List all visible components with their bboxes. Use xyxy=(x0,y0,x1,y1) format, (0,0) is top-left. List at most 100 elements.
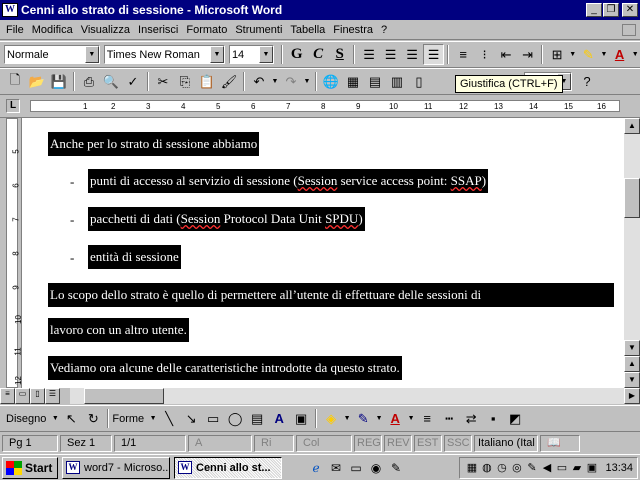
outlook-icon[interactable]: ✉ xyxy=(326,458,346,478)
align-right-icon[interactable]: ☰ xyxy=(401,44,422,65)
display-icon[interactable]: ▭ xyxy=(554,461,569,474)
word-app-icon[interactable]: W xyxy=(2,3,18,17)
undo-icon[interactable]: ↶ xyxy=(248,71,270,92)
menu-modifica[interactable]: Modifica xyxy=(28,24,77,36)
document-area[interactable]: Anche per lo strato di sessione abbiamo … xyxy=(22,118,624,388)
text-box-icon[interactable]: ▤ xyxy=(246,408,268,429)
bullet-item-1[interactable]: punti di accesso al servizio di sessione… xyxy=(88,169,489,193)
open-folder-icon[interactable]: 📂 xyxy=(26,71,48,92)
bullet-item-2[interactable]: pacchetti di dati (Session Protocol Data… xyxy=(88,207,365,231)
scroll-thumb[interactable] xyxy=(624,178,640,218)
line-style-icon[interactable]: ≡ xyxy=(416,408,438,429)
menu-finestra[interactable]: Finestra xyxy=(329,24,377,36)
chevron-down-icon[interactable]: ▼ xyxy=(568,44,578,65)
chevron-down-icon[interactable]: ▼ xyxy=(148,408,158,429)
shadow-icon[interactable]: ▪ xyxy=(482,408,504,429)
rectangle-icon[interactable]: ▭ xyxy=(202,408,224,429)
menu-visualizza[interactable]: Visualizza xyxy=(77,24,134,36)
horizontal-scroll-thumb[interactable] xyxy=(84,388,164,404)
status-track-changes[interactable]: REV xyxy=(384,434,412,452)
chevron-down-icon[interactable]: ▼ xyxy=(84,46,99,63)
bullet-item-3[interactable]: entità di sessione xyxy=(88,245,181,269)
numbered-list-icon[interactable]: ≡ xyxy=(452,44,473,65)
chevron-down-icon[interactable]: ▼ xyxy=(258,46,273,63)
align-center-icon[interactable]: ☰ xyxy=(380,44,401,65)
increase-indent-icon[interactable]: ⇥ xyxy=(517,44,538,65)
menu-inserisci[interactable]: Inserisci xyxy=(134,24,182,36)
decrease-indent-icon[interactable]: ⇤ xyxy=(495,44,516,65)
chevron-down-icon[interactable]: ▼ xyxy=(406,408,416,429)
chevron-down-icon[interactable]: ▼ xyxy=(50,408,60,429)
network-icon[interactable]: ▦ xyxy=(464,461,479,474)
3d-icon[interactable]: ◩ xyxy=(504,408,526,429)
paragraph-1-line-2[interactable]: lavoro con un altro utente. xyxy=(48,318,189,342)
paragraph-1-line-1[interactable]: Lo scopo dello strato è quello di permet… xyxy=(48,283,614,307)
cut-icon[interactable]: ✂ xyxy=(152,71,174,92)
italic-button[interactable]: C xyxy=(307,44,328,65)
desktop-icon[interactable]: ▭ xyxy=(346,458,366,478)
normal-view-icon[interactable]: ≡ xyxy=(0,388,15,404)
paste-icon[interactable]: 📋 xyxy=(196,71,218,92)
minimize-button[interactable]: _ xyxy=(586,3,602,17)
chevron-down-icon[interactable]: ▼ xyxy=(302,71,312,92)
bold-button[interactable]: G xyxy=(286,44,307,65)
dash-style-icon[interactable]: ┅ xyxy=(438,408,460,429)
vertical-ruler-bar[interactable]: 5 6 7 8 9 10 11 12 xyxy=(6,118,23,388)
ruler-bar[interactable]: 1 2 3 4 5 6 7 8 9 10 11 12 13 14 15 16 xyxy=(30,100,620,112)
redo-icon[interactable]: ↷ xyxy=(280,71,302,92)
chevron-down-icon[interactable]: ▼ xyxy=(270,71,280,92)
volume-icon[interactable]: ◀ xyxy=(539,461,554,474)
notepad-icon[interactable]: ✎ xyxy=(386,458,406,478)
font-color-icon[interactable]: A xyxy=(609,44,630,65)
clock[interactable]: 13:34 xyxy=(605,462,633,474)
chevron-down-icon[interactable]: ▼ xyxy=(342,408,352,429)
new-document-icon[interactable]: 🗋 xyxy=(4,71,26,92)
bulleted-list-icon[interactable]: ⁝ xyxy=(474,44,495,65)
save-icon[interactable]: 💾 xyxy=(48,71,70,92)
online-layout-icon[interactable]: ▭ xyxy=(15,388,30,404)
print-icon[interactable]: ⎙ xyxy=(78,71,100,92)
title-bar[interactable]: W Cenni allo strato di sessione - Micros… xyxy=(0,0,640,20)
menu-tabella[interactable]: Tabella xyxy=(286,24,329,36)
page-layout-icon[interactable]: ▯ xyxy=(30,388,45,404)
copy-icon[interactable]: ⎘ xyxy=(174,71,196,92)
spelling-status-icon[interactable]: 📖 xyxy=(540,434,580,452)
font-size-select[interactable]: 14 ▼ xyxy=(228,45,274,64)
wordart-icon[interactable]: A xyxy=(268,408,290,429)
draw-font-color-icon[interactable]: A xyxy=(384,408,406,429)
draw-menu[interactable]: Disegno xyxy=(6,413,46,425)
outline-view-icon[interactable]: ☰ xyxy=(45,388,60,404)
previous-page-icon[interactable]: ▲ xyxy=(624,356,640,372)
select-objects-icon[interactable]: ↖ xyxy=(60,408,82,429)
scheduler-icon[interactable]: ◷ xyxy=(494,461,509,474)
status-overtype[interactable]: SSC xyxy=(444,434,472,452)
free-rotate-icon[interactable]: ↻ xyxy=(82,408,104,429)
chevron-down-icon[interactable]: ▼ xyxy=(599,44,609,65)
next-page-icon[interactable]: ▼ xyxy=(624,372,640,388)
monitor-icon[interactable]: ▣ xyxy=(584,461,599,474)
fill-color-icon[interactable]: ◈ xyxy=(320,408,342,429)
border-icon[interactable]: ⊞ xyxy=(546,44,567,65)
arrow-icon[interactable]: ↘ xyxy=(180,408,202,429)
menu-formato[interactable]: Formato xyxy=(182,24,231,36)
internet-explorer-icon[interactable]: ℯ xyxy=(306,458,326,478)
menu-help[interactable]: ? xyxy=(377,24,391,36)
pen-icon[interactable]: ✎ xyxy=(524,461,539,474)
chevron-down-icon[interactable]: ▼ xyxy=(209,46,224,63)
menu-strumenti[interactable]: Strumenti xyxy=(231,24,286,36)
tables-borders-icon[interactable]: ▦ xyxy=(342,71,364,92)
align-left-icon[interactable]: ☰ xyxy=(358,44,379,65)
line-icon[interactable]: ╲ xyxy=(158,408,180,429)
arrow-style-icon[interactable]: ⇄ xyxy=(460,408,482,429)
folder-icon[interactable]: ▰ xyxy=(569,461,584,474)
globe-icon[interactable]: ◍ xyxy=(479,461,494,474)
spelling-icon[interactable]: ✓ xyxy=(122,71,144,92)
style-select[interactable]: Normale ▼ xyxy=(4,45,100,64)
tab-stop-selector[interactable]: L xyxy=(6,99,20,113)
insert-excel-icon[interactable]: ▥ xyxy=(386,71,408,92)
document-close-icon[interactable] xyxy=(622,23,636,36)
menu-file[interactable]: File xyxy=(2,24,28,36)
hyperlink-icon[interactable]: 🌐 xyxy=(320,71,342,92)
columns-icon[interactable]: ▯ xyxy=(408,71,430,92)
intro-line[interactable]: Anche per lo strato di sessione abbiamo xyxy=(48,132,260,156)
